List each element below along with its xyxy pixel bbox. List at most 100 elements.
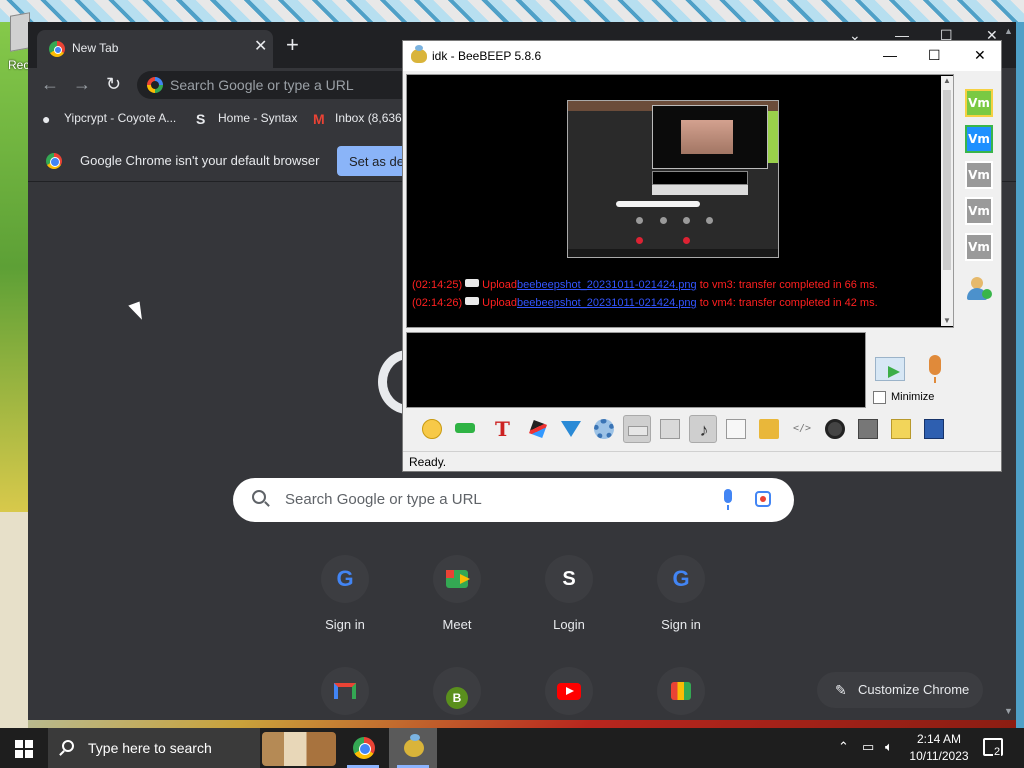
message-text: to vm3: transfer completed in 66 ms. [699,279,878,291]
message-input[interactable] [406,332,866,408]
forward-arrow-icon[interactable]: → [73,75,91,93]
user-vm-5[interactable]: Vm [965,233,993,261]
omnibox-placeholder: Search Google or type a URL [170,77,354,93]
font-icon[interactable]: T [491,415,519,443]
shortcut-web-store[interactable] [636,667,726,715]
new-tab-button[interactable]: + [286,34,299,56]
clock-time[interactable]: 2:14 AM [905,732,973,746]
network-icon[interactable]: ▭ [862,740,874,754]
bookmark-syntax[interactable]: S Home - Syntax [196,111,297,126]
chat-scrollbar[interactable]: ▲ ▼ [941,76,953,326]
shortcut-sign-in[interactable]: G Sign in [300,555,390,632]
shortcut-gmail[interactable] [300,667,390,715]
volume-icon[interactable]: 🔈︎ [885,740,893,754]
message-action: Upload [482,279,518,291]
omnibox[interactable]: Search Google or type a URL [137,71,437,99]
windows-start-icon[interactable] [15,740,33,758]
preview-shortcut [683,217,690,224]
text-box-icon[interactable] [656,415,684,443]
send-file-icon[interactable] [722,415,750,443]
taskbar-search-box[interactable]: Type here to search [48,728,260,768]
screenshot-camera-icon[interactable] [821,415,849,443]
google-icon: G [321,555,369,603]
file-link[interactable]: beebeepshot_20231011-021424.png [517,297,697,309]
recycle-bin-icon[interactable] [10,12,30,52]
bookmark-label: Home - Syntax [218,111,298,125]
user-vm-3[interactable]: Vm [965,161,993,189]
shortcut-sign-in-2[interactable]: G Sign in [636,555,726,632]
shortcut-meet[interactable]: Meet [412,555,502,632]
tab-new-tab[interactable]: New Tab ✕ [37,30,273,68]
bookmark-yipcrypt[interactable]: ● Yipcrypt - Coyote A... [42,111,176,126]
scroll-down-arrow-icon[interactable]: ▼ [943,316,951,325]
taskbar-chrome[interactable] [339,728,387,768]
search-highlight-image[interactable] [262,732,336,766]
screen-window-icon[interactable] [854,415,882,443]
preview-toolbar [652,185,748,195]
file-link[interactable]: beebeepshot_20231011-021424.png [517,279,697,291]
user-vm-2[interactable]: Vm [965,125,993,153]
taskbar-search-placeholder: Type here to search [88,740,212,756]
preview-shortcut [683,237,690,244]
music-note-icon[interactable]: ♪ [689,415,717,443]
maximize-icon[interactable]: ☐ [928,47,941,63]
chat-history[interactable]: (02:14:25) Uploadbeebeepshot_20231011-021… [406,74,954,328]
minimize-icon[interactable]: — [883,47,897,63]
bookmark-label: Inbox (8,636 [335,111,402,125]
screenshot-preview[interactable] [567,100,779,258]
syntax-s-icon: S [545,555,593,603]
code-icon[interactable]: </> [788,415,816,443]
bookmark-inbox[interactable]: M Inbox (8,636 [313,111,402,126]
customize-chrome-button[interactable]: ✎ Customize Chrome [817,672,983,708]
shortcut-youtube[interactable] [524,667,614,715]
google-icon [147,77,163,93]
preview-shortcut [636,217,643,224]
wallpaper-right-strip [1016,22,1024,728]
voice-message-icon[interactable] [929,355,941,383]
save-disk-icon[interactable] [920,415,948,443]
reload-icon[interactable]: ↻ [106,75,121,93]
ntp-search-box[interactable]: Search Google or type a URL [233,478,794,522]
scroll-up-arrow-icon[interactable]: ▲ [1004,26,1013,36]
google-lens-icon[interactable] [755,491,771,507]
scroll-thumb[interactable] [943,90,951,270]
notes-icon[interactable] [887,415,915,443]
font-color-icon[interactable] [524,415,552,443]
taskbar-beebeep[interactable] [389,728,437,768]
shortcut-b[interactable]: B [412,667,502,715]
upload-icon [465,279,480,287]
emoticon-icon[interactable] [418,415,446,443]
chrome-web-store-icon [657,667,705,715]
add-users-icon[interactable] [965,275,993,303]
tray-icon[interactable] [623,415,651,443]
chevron-up-icon[interactable]: ⌃ [838,740,849,754]
microphone-icon[interactable] [724,489,732,510]
back-arrow-icon[interactable]: ← [41,75,59,93]
scroll-down-arrow-icon[interactable]: ▼ [1004,706,1013,716]
chat-message: (02:14:25) Uploadbeebeepshot_20231011-021… [412,279,878,291]
search-icon [252,490,266,504]
shortcut-login[interactable]: S Login [524,555,614,632]
user-vm-1[interactable]: Vm [965,89,993,117]
clock-date[interactable]: 10/11/2023 [905,749,973,763]
gmail-icon [321,667,369,715]
globe-icon: ● [42,111,51,127]
tab-close-icon[interactable]: ✕ [254,39,267,55]
settings-gear-icon[interactable] [590,415,618,443]
beebeep-titlebar: idk - BeeBEEP 5.8.6 — ☐ ✕ [403,41,1001,71]
beebeep-bee-icon [411,45,427,63]
send-message-icon[interactable] [875,357,905,381]
youtube-icon [545,667,593,715]
user-vm-4[interactable]: Vm [965,197,993,225]
chrome-logo-icon [46,153,62,169]
chrome-icon [353,737,375,759]
gmail-icon: M [313,111,325,127]
scroll-up-arrow-icon[interactable]: ▲ [943,76,951,85]
filter-icon[interactable] [557,415,585,443]
shortcut-label: Login [553,617,585,632]
minimize-checkbox[interactable] [873,391,886,404]
send-folder-icon[interactable] [755,415,783,443]
google-icon: G [657,555,705,603]
green-ribbon-icon[interactable] [451,415,479,443]
close-icon[interactable]: ✕ [974,47,986,63]
